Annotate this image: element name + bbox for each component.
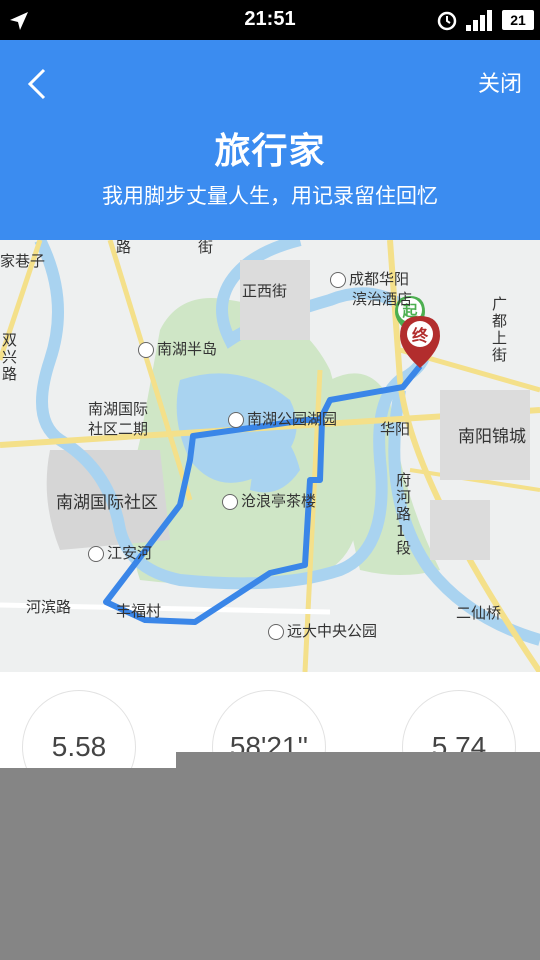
status-bar: 21:51 21 [0,0,540,40]
map-label: 街 [198,240,214,256]
map-label: 丰福村 [116,602,162,620]
app-header: 关闭 旅行家 我用脚步丈量人生，用记录留住回忆 [0,40,540,240]
map-label: 江安河 [88,542,152,563]
overlay-panel-top [176,752,540,768]
alarm-icon [437,11,457,31]
map-label: 南湖公园湖园 [228,408,337,429]
status-time: 21:51 [244,8,296,30]
map-label: 南阳锦城 [458,427,526,447]
distance-value: 5.58 [51,731,107,762]
teahouse-icon [222,493,238,510]
map-label: 远大中央公园 [268,620,377,641]
map-label-vertical: 双兴路 [2,331,18,383]
page-subtitle: 我用脚步丈量人生，用记录留住回忆 [102,184,438,208]
map-label: 滨治酒店 [352,290,413,308]
map-label: 河滨路 [26,598,72,616]
map-label-text: 远大中央公园 [287,622,378,640]
poi-icon [138,341,154,358]
close-button[interactable]: 关闭 [478,66,522,98]
map-label: 正西街 [242,282,288,300]
page-title: 旅行家 [214,131,326,172]
map-label-text: 南湖公园湖园 [247,410,338,428]
map-label: 南湖半岛 [138,338,217,359]
city-block [430,500,490,560]
battery-icon: 21 [502,10,534,30]
map-label-text: 江安河 [107,544,153,562]
map-label: 家巷子 [0,252,46,270]
poi-icon [268,623,284,640]
map-label-vertical: 府河路1段 [396,471,412,557]
route-map[interactable]: 起 终 家巷子 路 街 正西街 成都华阳 滨治酒店 南湖半岛 南湖国际 社区二期… [0,240,540,672]
map-label: 路 [116,240,132,256]
poi-icon [88,545,104,562]
map-label: 南湖国际社区 [56,493,158,513]
map-label: 沧浪亭茶楼 [222,490,316,511]
signal-icon [466,10,492,31]
map-label-text: 沧浪亭茶楼 [241,492,317,510]
map-label: 华阳 [380,420,411,438]
back-button[interactable] [22,64,54,104]
map-label-vertical: 广都上街 [492,295,508,364]
map-label: 成都华阳 [330,268,409,289]
map-label: 二仙桥 [456,604,502,622]
end-marker-label: 终 [412,326,429,345]
poi-icon [330,271,346,288]
map-label: 南湖国际 [88,400,149,418]
overlay-panel [0,768,540,960]
park-icon [228,411,244,428]
map-label-text: 成都华阳 [349,270,410,288]
map-label-text: 南湖半岛 [157,340,218,358]
map-label: 社区二期 [88,420,149,438]
